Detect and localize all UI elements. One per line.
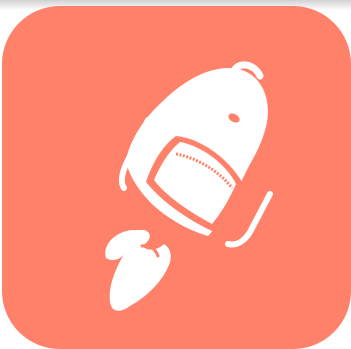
rocket-backpack-icon	[2, 6, 351, 349]
app-icon[interactable]	[2, 6, 351, 349]
screenshot-canvas	[0, 0, 351, 349]
